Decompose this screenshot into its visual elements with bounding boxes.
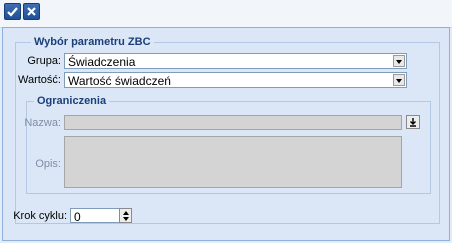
cycle-label: Krok cyklu:: [13, 210, 67, 222]
chevron-up-icon[interactable]: [123, 211, 129, 215]
cycle-input[interactable]: 0: [70, 208, 120, 224]
opis-label: Opis:: [35, 158, 61, 170]
param-group-title: Wybór parametru ZBC: [31, 36, 154, 48]
limits-group-title: Ograniczenia: [34, 95, 110, 107]
grupa-value: Świadczenia: [68, 55, 136, 69]
nazwa-field[interactable]: [64, 115, 402, 130]
accept-button[interactable]: [4, 3, 21, 20]
cancel-button[interactable]: [23, 3, 40, 20]
toolbar: [0, 0, 452, 28]
cycle-stepper[interactable]: [119, 208, 132, 223]
cycle-value: 0: [74, 210, 81, 224]
chevron-down-icon[interactable]: [393, 74, 405, 86]
main-panel: Wybór parametru ZBC Grupa: Świadczenia W…: [2, 27, 450, 241]
wartosc-select[interactable]: Wartość świadczeń: [64, 72, 407, 88]
wartosc-value: Wartość świadczeń: [68, 74, 171, 88]
download-arrow-icon: [410, 118, 416, 127]
chevron-down-icon[interactable]: [123, 217, 129, 221]
grupa-select[interactable]: Świadczenia: [64, 53, 407, 69]
checkmark-icon: [7, 7, 18, 17]
wartosc-label: Wartość:: [18, 74, 61, 86]
chevron-down-icon[interactable]: [393, 55, 405, 67]
nazwa-label: Nazwa:: [24, 117, 61, 129]
nazwa-select-button[interactable]: [406, 115, 420, 129]
grupa-label: Grupa:: [27, 55, 61, 67]
close-icon: [27, 7, 36, 16]
opis-field[interactable]: [64, 136, 402, 188]
